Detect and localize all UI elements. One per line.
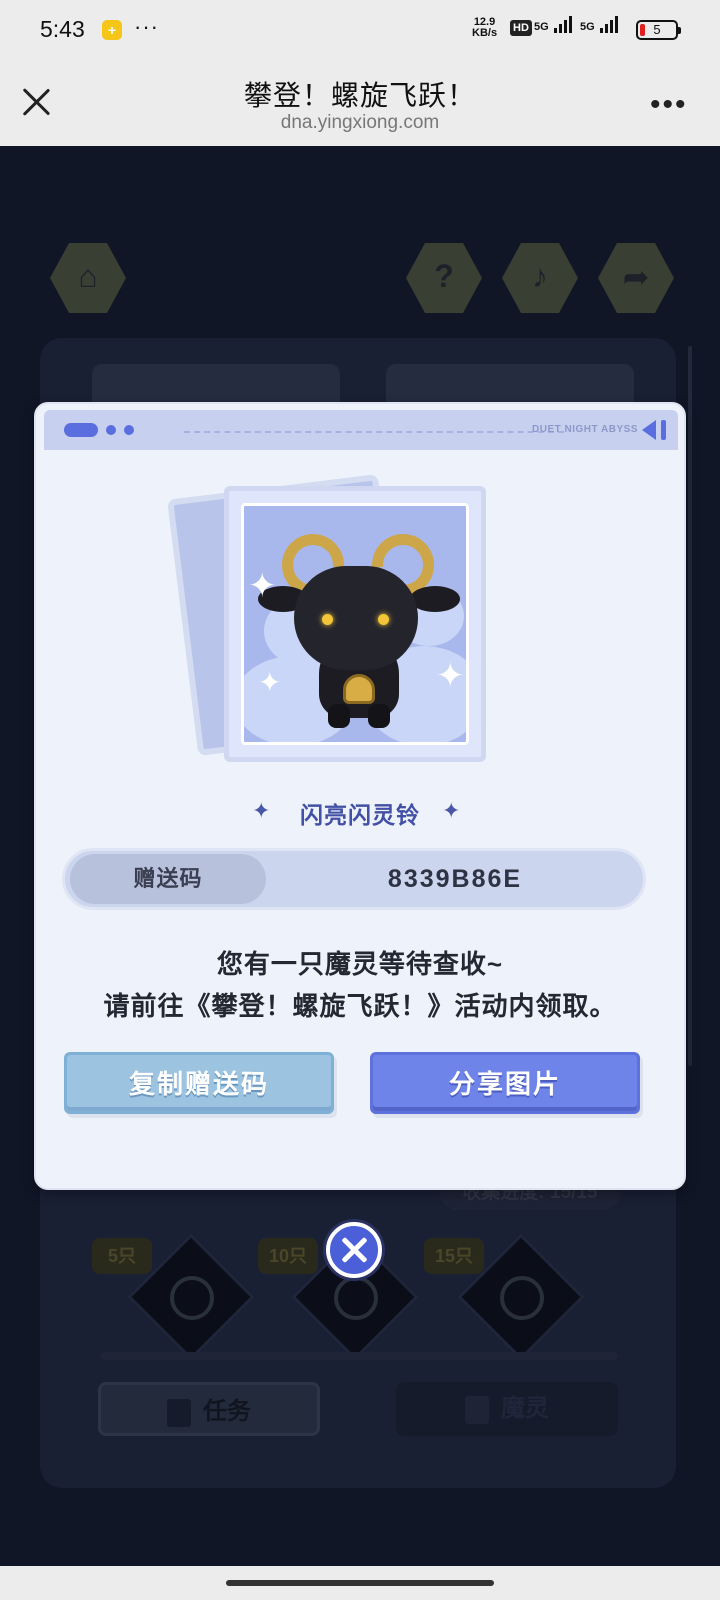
gift-code-label: 赠送码 (70, 854, 266, 904)
share-icon[interactable]: ➦ (598, 243, 674, 313)
bell-icon (343, 674, 375, 704)
spirit-card: ✦ ✦ ✦ (224, 486, 486, 762)
sparkle-icon: ✦ (436, 657, 465, 695)
home-gesture-bar[interactable] (226, 1580, 494, 1586)
app-notification-icon: + (102, 20, 122, 40)
task-button-label: 任务 (203, 1398, 251, 1425)
close-dialog-icon[interactable] (326, 1222, 382, 1278)
task-icon (167, 1398, 191, 1427)
more-options-icon[interactable]: ••• (650, 88, 688, 122)
network-speed-unit: KB/s (472, 27, 498, 39)
message-line-2: 请前往《攀登！螺旋飞跃！》活动内领取。 (103, 991, 617, 1021)
home-icon[interactable]: ⌂ (50, 243, 126, 313)
goat-head (294, 566, 418, 670)
message-line-1: 您有一只魔灵等待查收~ (216, 949, 504, 979)
spirit-button-label: 魔灵 (501, 1395, 549, 1422)
battery-icon: 5 (636, 20, 681, 40)
battery-level: 5 (653, 22, 661, 37)
header-brand-text: DUET NIGHT ABYSS (532, 424, 638, 435)
music-icon[interactable]: ♪ (502, 243, 578, 313)
collection-progress-bar (100, 1352, 618, 1360)
header-dot (106, 425, 116, 435)
signal-icon-1: 5G (534, 16, 572, 33)
star-icon: ✦ (442, 798, 461, 823)
goat-eye (378, 614, 389, 625)
browser-header: 攀登！螺旋飞跃！ dna.yingxiong.com ••• (0, 60, 720, 146)
hd-badge: HD (510, 20, 532, 36)
signal-icon-2: 5G (580, 16, 618, 33)
goat-leg (368, 704, 390, 728)
spirit-illustration: ✦ ✦ ✦ (241, 503, 469, 745)
gift-code-value: 8339B86E (387, 865, 523, 893)
status-time: 5:43 (40, 16, 85, 42)
goat-ear (410, 586, 460, 612)
spirit-name: 闪亮闪灵铃 (300, 802, 420, 828)
goat-eye (322, 614, 333, 625)
signal-label-2: 5G (580, 21, 595, 33)
copy-gift-code-button[interactable]: 复制赠送码 (64, 1052, 334, 1114)
dialog-header-bar: DUET NIGHT ABYSS (44, 410, 678, 450)
network-speed: 12.9 KB/s (472, 17, 497, 39)
header-pill-decoration (64, 423, 98, 437)
check-icon (334, 1276, 378, 1320)
check-icon (500, 1276, 544, 1320)
page-title: 攀登！螺旋飞跃！ (243, 80, 476, 111)
task-button[interactable]: 任务 (98, 1382, 320, 1436)
signal-label-1: 5G (534, 21, 549, 33)
goat-leg (328, 704, 350, 728)
gift-code-box: 赠送码 8339B86E (62, 848, 646, 910)
spirit-button[interactable]: 魔灵 (396, 1382, 618, 1436)
milestone-tag-10: 10只 (258, 1238, 318, 1274)
header-dot (124, 425, 134, 435)
check-icon (170, 1276, 214, 1320)
sparkle-icon: ✦ (248, 567, 277, 605)
header-line-icon (661, 420, 666, 440)
milestone-tag-5: 5只 (92, 1238, 152, 1274)
status-bar: 5:43 + ··· 12.9 KB/s HD 5G 5G 5 (0, 0, 720, 60)
share-image-button[interactable]: 分享图片 (370, 1052, 640, 1114)
header-dashes (184, 431, 564, 433)
page-url: dna.yingxiong.com (280, 112, 440, 133)
header-triangle-icon (642, 420, 656, 440)
help-icon[interactable]: ? (406, 243, 482, 313)
system-nav-bar (0, 1566, 720, 1600)
milestone-tag-15: 15只 (424, 1238, 484, 1274)
sparkle-icon: ✦ (258, 667, 282, 698)
status-more-icon: ··· (134, 14, 159, 39)
spirit-icon (465, 1395, 489, 1424)
